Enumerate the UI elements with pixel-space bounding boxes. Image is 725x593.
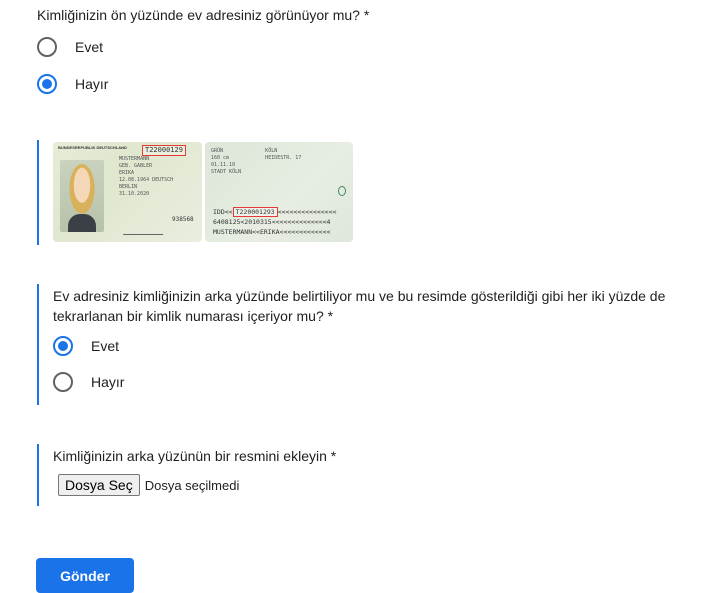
question-upload-back-image: Kimliğinizin arka yüzünün bir resmini ek… bbox=[37, 444, 439, 506]
question-title: Kimliğinizin ön yüzünde ev adresiniz gör… bbox=[37, 7, 370, 23]
id-card-example-image: BUNDESREPUBLIK DEUTSCHLAND T22000129 MUS… bbox=[37, 140, 359, 245]
portrait-photo bbox=[60, 160, 104, 232]
mrz-line-3: MUSTERMANN<<ERIKA<<<<<<<<<<<<< bbox=[213, 228, 331, 236]
radio-option-evet[interactable]: Evet bbox=[37, 37, 103, 57]
radio-label: Evet bbox=[75, 39, 104, 55]
emblem-icon bbox=[338, 186, 346, 196]
radio-button[interactable] bbox=[37, 37, 57, 57]
mrz-line-2: 6408125<2010315<<<<<<<<<<<<<<4 bbox=[213, 218, 331, 226]
radio-option-hayir[interactable]: Hayır bbox=[53, 372, 124, 392]
id-number-highlight: T22000129 bbox=[142, 145, 186, 156]
file-upload: Dosya Seç Dosya seçilmedi bbox=[58, 474, 239, 496]
radio-label: Hayır bbox=[91, 374, 125, 390]
id-card-front: BUNDESREPUBLIK DEUTSCHLAND T22000129 MUS… bbox=[53, 142, 202, 242]
card-access-number: 938568 bbox=[172, 216, 194, 223]
radio-option-evet[interactable]: Evet bbox=[53, 336, 119, 356]
file-status-text: Dosya seçilmedi bbox=[144, 477, 240, 493]
mrz-line-1: IDD<< T220001293 <<<<<<<<<<<<<<< bbox=[213, 207, 337, 217]
card-header: BUNDESREPUBLIK DEUTSCHLAND bbox=[58, 145, 127, 150]
radio-button-selected[interactable] bbox=[37, 74, 57, 94]
radio-option-hayir[interactable]: Hayır bbox=[37, 74, 108, 94]
radio-label: Evet bbox=[91, 338, 120, 354]
id-card-back: GRÜN KÖLN 160 cm HEIDESTR. 17 01.11.10 S… bbox=[205, 142, 353, 242]
id-number-highlight: T220001293 bbox=[232, 207, 278, 217]
signature bbox=[122, 224, 168, 235]
card-front-text: MUSTERMANN GEB. GABLER ERIKA 12.08.1964 … bbox=[119, 156, 174, 197]
card-back-text: GRÜN KÖLN 160 cm HEIDESTR. 17 01.11.10 S… bbox=[211, 148, 302, 175]
choose-file-button[interactable]: Dosya Seç bbox=[58, 474, 140, 496]
radio-button[interactable] bbox=[53, 372, 73, 392]
radio-button-selected[interactable] bbox=[53, 336, 73, 356]
radio-label: Hayır bbox=[75, 76, 109, 92]
question-back-address-id-number: Ev adresiniz kimliğinizin arka yüzünde b… bbox=[37, 284, 699, 405]
question-title: Kimliğinizin arka yüzünün bir resmini ek… bbox=[53, 448, 337, 464]
submit-button[interactable]: Gönder bbox=[36, 558, 134, 593]
question-title: Ev adresiniz kimliğinizin arka yüzünde b… bbox=[53, 288, 666, 324]
